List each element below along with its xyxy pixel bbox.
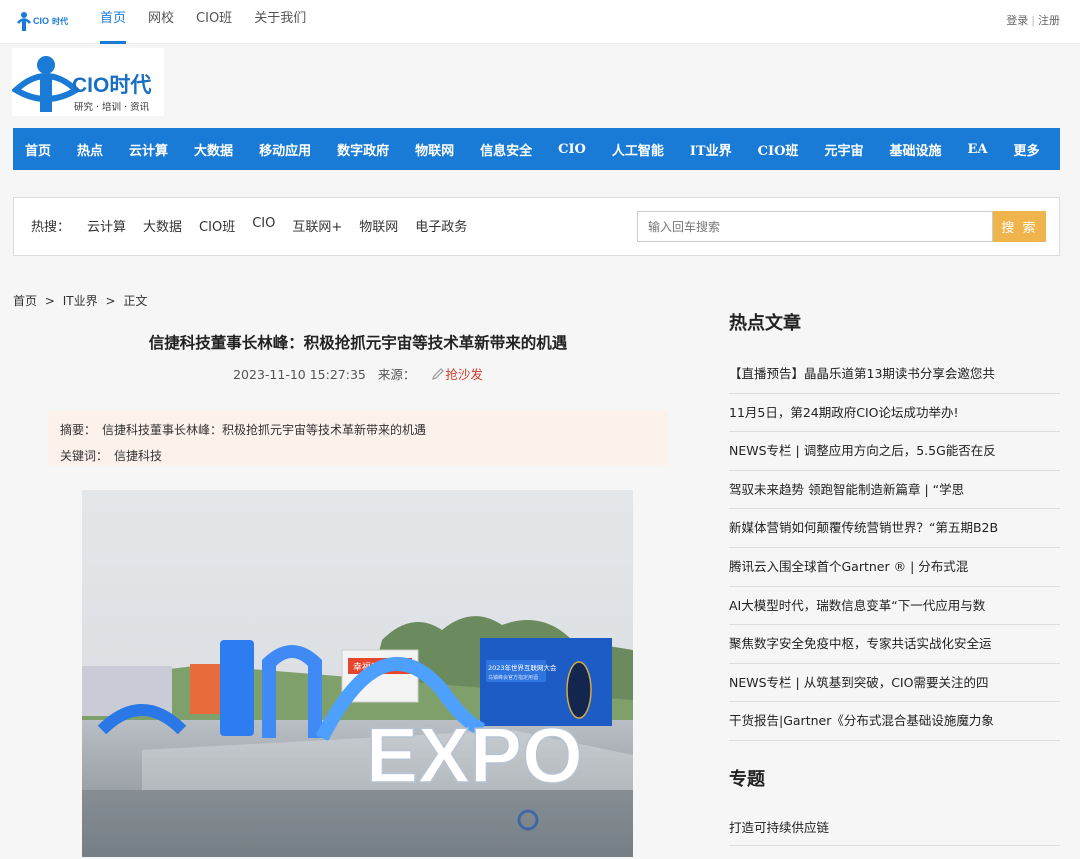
topic-item[interactable]: 打造可持续供应链 — [729, 810, 1060, 846]
nav-bigdata[interactable]: 大数据 — [194, 140, 233, 159]
hot-word[interactable]: 云计算 — [87, 216, 126, 235]
hot-article-item[interactable]: 腾讯云入围全球首个Gartner ® | 分布式混 — [729, 548, 1060, 587]
nav-digital-gov[interactable]: 数字政府 — [337, 140, 389, 159]
billboard-title: 2023年世界互联网大会 — [488, 663, 557, 672]
login-link[interactable]: 登录 — [1006, 14, 1028, 27]
hot-words: 热搜： 云计算 大数据 CIO班 CIO 互联网+ 物联网 电子政务 — [31, 216, 484, 235]
nav-more[interactable]: 更多 — [1013, 140, 1039, 159]
comment-link-label: 抢沙发 — [445, 367, 483, 382]
nav-cloud[interactable]: 云计算 — [129, 140, 168, 159]
expo-photo: 2023年世界互联网大会 乌镇峰会官方指定用酒 幸福到家 EXPO — [82, 490, 633, 857]
top-nav-cio-class[interactable]: CIO班 — [196, 0, 232, 44]
hot-article-item[interactable]: 干货报告|Gartner《分布式混合基础设施魔力象 — [729, 702, 1060, 741]
hot-search-box: 热搜： 云计算 大数据 CIO班 CIO 互联网+ 物联网 电子政务 搜 索 — [13, 197, 1060, 256]
svg-text:CIO: CIO — [33, 16, 49, 26]
top-bar: CIO 时代 首页 网校 CIO班 关于我们 登录 | 注册 — [0, 0, 1080, 44]
hot-article-item[interactable]: 新媒体营销如何颠覆传统营销世界？“第五期B2B — [729, 509, 1060, 548]
site-logo[interactable]: CIO时代 研究 · 培训 · 资讯 — [11, 48, 164, 116]
hot-article-item[interactable]: NEWS专栏 | 从筑基到突破，CIO需要关注的四 — [729, 664, 1060, 703]
hot-articles-title: 热点文章 — [729, 313, 801, 334]
billboard-subtitle: 乌镇峰会官方指定用酒 — [488, 674, 538, 681]
hot-label: 热搜： — [31, 220, 71, 235]
hot-article-item[interactable]: 【直播预告】晶晶乐道第13期读书分享会邀您共 — [729, 355, 1060, 394]
register-link[interactable]: 注册 — [1038, 14, 1060, 27]
keyword-link[interactable]: 信捷科技 — [114, 449, 162, 463]
breadcrumb-separator: > — [44, 294, 55, 308]
article-meta: 2023-11-10 15:27:35 来源： 抢沙发 — [13, 364, 703, 383]
expo-sign-text: EXPO — [366, 711, 583, 799]
hot-article-item[interactable]: 聚焦数字安全免疫中枢，专家共话实战化安全运 — [729, 625, 1060, 664]
nav-cio-class[interactable]: CIO班 — [758, 140, 799, 159]
nav-home[interactable]: 首页 — [25, 140, 51, 159]
top-nav: 首页 网校 CIO班 关于我们 — [100, 0, 328, 44]
nav-metaverse[interactable]: 元宇宙 — [824, 140, 863, 159]
nav-iot[interactable]: 物联网 — [415, 140, 454, 159]
abstract-label: 摘要： — [60, 423, 97, 437]
nav-it-industry[interactable]: IT业界 — [690, 140, 732, 159]
source-label: 来源： — [377, 367, 416, 382]
pencil-icon — [432, 368, 445, 380]
search-input[interactable] — [637, 211, 993, 242]
breadcrumb-category[interactable]: IT业界 — [63, 294, 98, 308]
nav-cio[interactable]: CIO — [558, 142, 586, 157]
breadcrumb-separator: > — [105, 294, 116, 308]
article-title: 信捷科技董事长林峰：积极抢抓元宇宙等技术革新带来的机遇 — [148, 334, 568, 352]
article-datetime: 2023-11-10 15:27:35 — [233, 367, 366, 382]
topics-title: 专题 — [729, 769, 765, 790]
hot-article-item[interactable]: 驾驭未来趋势 领跑智能制造新篇章 | “学思 — [729, 471, 1060, 510]
hot-article-item[interactable]: 11月5日，第24期政府CIO论坛成功举办! — [729, 394, 1060, 433]
hot-word[interactable]: 物联网 — [359, 216, 398, 235]
comment-link[interactable]: 抢沙发 — [431, 367, 483, 382]
nav-security[interactable]: 信息安全 — [480, 140, 532, 159]
keywords-label: 关键词： — [60, 449, 109, 463]
search-button[interactable]: 搜 索 — [993, 211, 1046, 242]
hot-word[interactable]: 互联网+ — [292, 216, 342, 235]
nav-ai[interactable]: 人工智能 — [612, 140, 664, 159]
auth-separator: | — [1031, 14, 1035, 27]
nav-mobile[interactable]: 移动应用 — [259, 140, 311, 159]
article-photo: 2023年世界互联网大会 乌镇峰会官方指定用酒 幸福到家 EXPO — [82, 490, 633, 857]
cio-logo-icon: CIO时代 研究 · 培训 · 资讯 — [11, 56, 151, 113]
hot-word[interactable]: 大数据 — [143, 216, 182, 235]
site-logo-small[interactable]: CIO 时代 — [15, 10, 75, 32]
breadcrumb-home[interactable]: 首页 — [13, 294, 37, 308]
hot-articles-list: 【直播预告】晶晶乐道第13期读书分享会邀您共 11月5日，第24期政府CIO论坛… — [729, 355, 1060, 741]
auth-links: 登录 | 注册 — [1006, 12, 1060, 28]
abstract-text: 信捷科技董事长林峰：积极抢抓元宇宙等技术革新带来的机遇 — [102, 423, 427, 437]
breadcrumb-current: 正文 — [123, 294, 148, 308]
logo-brand: CIO时代 — [72, 74, 151, 97]
search-form: 搜 索 — [637, 211, 1046, 242]
breadcrumb: 首页 > IT业界 > 正文 — [13, 292, 151, 309]
hot-article-item[interactable]: AI大模型时代，瑞数信息变革“下一代应用与数 — [729, 587, 1060, 626]
top-nav-school[interactable]: 网校 — [148, 0, 174, 44]
svg-text:时代: 时代 — [52, 16, 68, 26]
hot-word[interactable]: CIO — [252, 216, 275, 235]
nav-infrastructure[interactable]: 基础设施 — [889, 140, 941, 159]
hot-article-item[interactable]: NEWS专栏 | 调整应用方向之后，5.5G能否在反 — [729, 432, 1060, 471]
topics-list: 打造可持续供应链 — [729, 810, 1060, 846]
logo-tagline: 研究 · 培训 · 资讯 — [74, 101, 150, 113]
top-nav-home[interactable]: 首页 — [100, 0, 127, 44]
nav-ea[interactable]: EA — [967, 142, 987, 157]
nav-hot[interactable]: 热点 — [77, 140, 103, 159]
main-nav: 首页 热点 云计算 大数据 移动应用 数字政府 物联网 信息安全 CIO 人工智… — [13, 128, 1060, 170]
hot-word[interactable]: 电子政务 — [415, 216, 467, 235]
hot-word[interactable]: CIO班 — [199, 216, 235, 235]
article-abstract: 摘要： 信捷科技董事长林峰：积极抢抓元宇宙等技术革新带来的机遇 关键词： 信捷科技 — [48, 411, 668, 465]
top-nav-about[interactable]: 关于我们 — [254, 0, 306, 44]
